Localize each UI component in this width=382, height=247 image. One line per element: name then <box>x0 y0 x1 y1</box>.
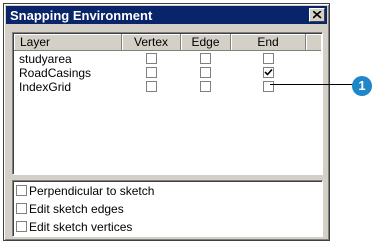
option-label: Perpendicular to sketch <box>29 184 155 198</box>
vertex-checkbox[interactable] <box>146 53 157 64</box>
column-header-vertex[interactable]: Vertex <box>122 34 181 51</box>
table-header: Layer Vertex Edge End <box>14 34 321 51</box>
column-header-filler <box>306 34 321 51</box>
edge-checkbox[interactable] <box>200 67 211 78</box>
edge-checkbox[interactable] <box>200 81 211 92</box>
option-checkbox[interactable] <box>16 185 27 196</box>
layer-name: RoadCasings <box>19 66 92 80</box>
column-header-layer[interactable]: Layer <box>14 34 122 51</box>
checkmark-icon <box>264 68 273 76</box>
snapping-environment-window: Snapping Environment Layer Vertex Edge E… <box>3 3 330 241</box>
table-row: IndexGrid <box>14 80 321 94</box>
vertex-checkbox[interactable] <box>146 67 157 78</box>
column-header-end[interactable]: End <box>231 34 306 51</box>
window-title: Snapping Environment <box>10 8 153 23</box>
vertex-checkbox[interactable] <box>146 81 157 92</box>
callout-number-badge: 1 <box>352 76 372 96</box>
callout-leader-line <box>270 84 358 85</box>
column-header-edge[interactable]: Edge <box>181 34 231 51</box>
layers-snapping-table: Layer Vertex Edge End studyarea RoadCasi… <box>12 32 323 175</box>
option-checkbox[interactable] <box>16 203 27 214</box>
title-bar[interactable]: Snapping Environment <box>6 6 327 24</box>
end-checkbox[interactable] <box>263 53 274 64</box>
end-checkbox[interactable] <box>263 81 274 92</box>
sketch-snapping-options: Perpendicular to sketch Edit sketch edge… <box>12 180 323 237</box>
option-checkbox[interactable] <box>16 221 27 232</box>
layer-name: studyarea <box>19 52 72 66</box>
edge-checkbox[interactable] <box>200 53 211 64</box>
close-button[interactable] <box>309 8 325 22</box>
table-row: RoadCasings <box>14 66 321 80</box>
option-label: Edit sketch edges <box>29 202 124 216</box>
close-icon <box>313 11 322 19</box>
option-label: Edit sketch vertices <box>29 220 133 234</box>
layer-name: IndexGrid <box>19 80 72 94</box>
table-row: studyarea <box>14 52 321 66</box>
end-checkbox[interactable] <box>263 67 274 78</box>
